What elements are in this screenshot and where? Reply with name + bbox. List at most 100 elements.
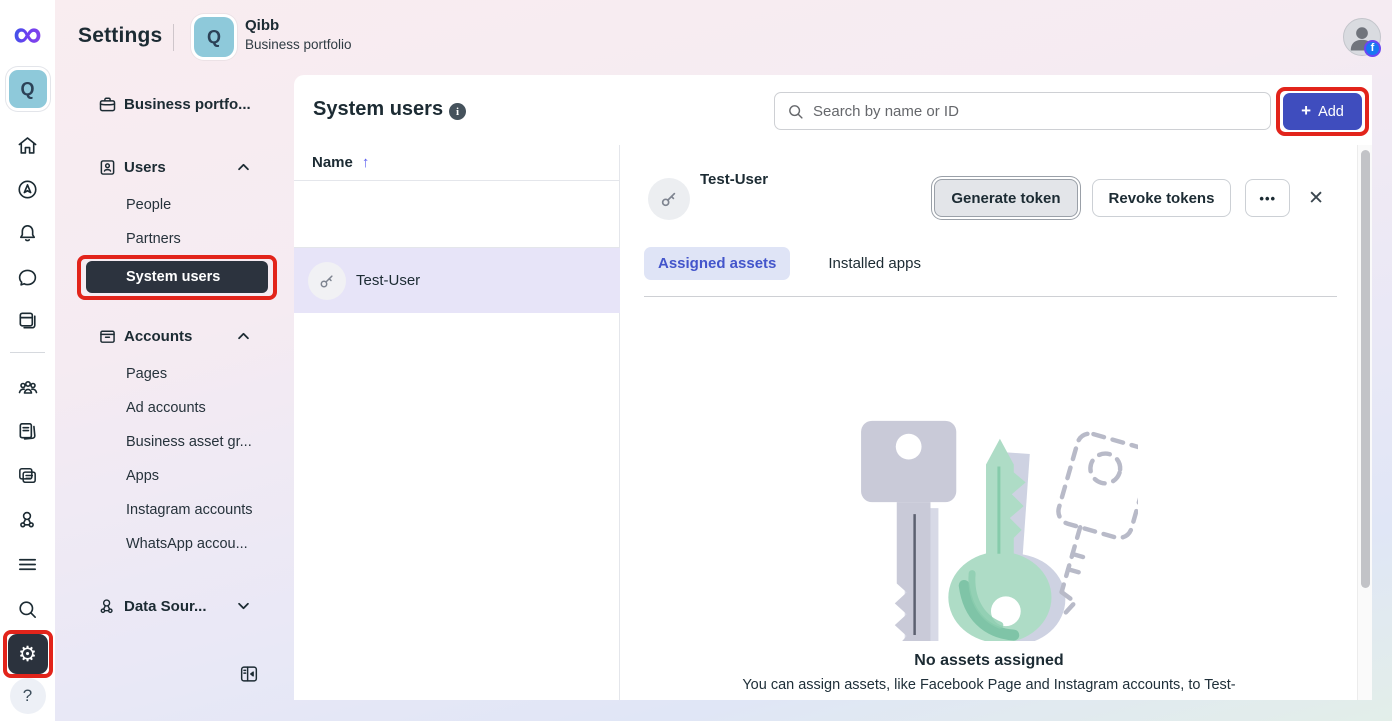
bell-icon bbox=[16, 222, 39, 245]
more-options-button[interactable]: ••• bbox=[1245, 179, 1290, 217]
detail-key-avatar bbox=[648, 178, 690, 220]
sidebar-item-pages[interactable]: Pages bbox=[126, 366, 167, 382]
keys-illustration bbox=[838, 403, 1138, 641]
sort-ascending-icon: ↑ bbox=[362, 154, 370, 171]
add-button-label: Add bbox=[1318, 104, 1344, 120]
rail-business-avatar[interactable]: Q bbox=[0, 70, 55, 108]
rail-divider bbox=[10, 352, 45, 353]
chevron-up-icon bbox=[237, 332, 250, 340]
chat-bubble-icon bbox=[16, 266, 39, 289]
sidebar-section-users[interactable]: Users bbox=[55, 152, 294, 182]
home-icon bbox=[16, 134, 39, 157]
sidebar-item-instagram-accounts[interactable]: Instagram accounts bbox=[126, 502, 253, 518]
sidebar-item-label: Business portfo... bbox=[124, 96, 251, 113]
rail-ads-manager-button[interactable] bbox=[0, 178, 55, 201]
key-icon bbox=[318, 272, 336, 290]
stacked-docs-icon bbox=[16, 309, 39, 332]
rail-data-network-button[interactable] bbox=[0, 508, 55, 532]
sidebar-item-business-asset-groups[interactable]: Business asset gr... bbox=[126, 434, 252, 450]
system-users-list: Name ↑ Test-User bbox=[294, 145, 620, 700]
sidebar-item-business-portfolio[interactable]: Business portfo... bbox=[55, 89, 294, 119]
tab-assigned-assets[interactable]: Assigned assets bbox=[644, 247, 790, 280]
rail-ads-button[interactable] bbox=[0, 464, 55, 487]
portfolio-name: Qibb bbox=[245, 17, 279, 34]
rail-help-button[interactable]: ? bbox=[0, 678, 55, 714]
left-icon-rail: ∞ Q bbox=[0, 0, 55, 721]
portfolio-avatar[interactable]: Q bbox=[194, 17, 234, 57]
page-title: Settings bbox=[78, 24, 162, 48]
sidebar-section-label: Accounts bbox=[124, 328, 192, 345]
list-column-header[interactable]: Name ↑ bbox=[294, 145, 620, 181]
rail-home-button[interactable] bbox=[0, 134, 55, 157]
hamburger-menu-icon bbox=[16, 553, 39, 576]
rail-pages-button[interactable] bbox=[0, 420, 55, 443]
rail-settings-button[interactable]: ⚙ bbox=[0, 634, 55, 674]
rail-billing-button[interactable] bbox=[0, 309, 55, 332]
sidebar-section-label: Users bbox=[124, 159, 166, 176]
collapse-panel-icon bbox=[238, 663, 260, 685]
rail-messages-button[interactable] bbox=[0, 266, 55, 289]
plus-icon: + bbox=[1301, 101, 1311, 121]
data-sources-icon bbox=[97, 596, 118, 617]
archive-box-icon bbox=[97, 326, 118, 347]
rail-search-button[interactable] bbox=[0, 598, 55, 621]
detail-user-name: Test-User bbox=[700, 171, 768, 188]
rail-notifications-button[interactable] bbox=[0, 222, 55, 245]
scrollbar-track[interactable] bbox=[1357, 145, 1372, 700]
scrollbar-thumb[interactable] bbox=[1361, 150, 1370, 588]
settings-sidebar: Business portfo... Users People Partners… bbox=[55, 75, 294, 721]
portfolio-subtitle: Business portfolio bbox=[245, 37, 352, 52]
sidebar-item-partners[interactable]: Partners bbox=[126, 231, 181, 247]
collapse-sidebar-button[interactable] bbox=[238, 663, 260, 685]
list-item-test-user[interactable]: Test-User bbox=[294, 248, 620, 313]
key-avatar bbox=[308, 262, 346, 300]
add-button[interactable]: + Add bbox=[1283, 93, 1362, 130]
network-icon bbox=[16, 508, 40, 532]
sidebar-item-system-users[interactable]: System users bbox=[86, 261, 268, 293]
gear-icon: ⚙ bbox=[18, 642, 37, 667]
tabs-divider bbox=[644, 296, 1337, 297]
empty-list-row bbox=[294, 181, 620, 248]
sidebar-section-label: Data Sour... bbox=[124, 598, 207, 615]
tab-installed-apps[interactable]: Installed apps bbox=[814, 247, 935, 280]
help-icon: ? bbox=[10, 678, 46, 714]
info-icon[interactable]: i bbox=[449, 103, 466, 120]
generate-token-button[interactable]: Generate token bbox=[934, 179, 1077, 217]
search-icon bbox=[787, 103, 804, 120]
column-name-label: Name bbox=[312, 154, 353, 171]
rail-audiences-button[interactable] bbox=[0, 376, 55, 400]
sidebar-section-accounts[interactable]: Accounts bbox=[55, 321, 294, 351]
detail-actions: Generate token Revoke tokens ••• ✕ bbox=[934, 179, 1328, 217]
revoke-tokens-button[interactable]: Revoke tokens bbox=[1092, 179, 1232, 217]
sidebar-item-whatsapp-accounts[interactable]: WhatsApp accou... bbox=[126, 536, 248, 552]
key-icon bbox=[659, 189, 679, 209]
meta-infinity-icon: ∞ bbox=[13, 14, 42, 54]
meta-logo[interactable]: ∞ bbox=[0, 14, 55, 54]
list-item-name: Test-User bbox=[356, 272, 420, 289]
chevron-down-icon bbox=[237, 602, 250, 610]
chevron-up-icon bbox=[237, 163, 250, 171]
pages-icon bbox=[16, 420, 39, 443]
search-icon bbox=[16, 598, 39, 621]
sidebar-section-data-sources[interactable]: Data Sour... bbox=[55, 591, 294, 621]
main-content-card: System users i Search by name or ID + Ad… bbox=[294, 75, 1372, 700]
search-input[interactable]: Search by name or ID bbox=[774, 92, 1271, 130]
title-divider bbox=[173, 24, 174, 51]
sidebar-item-apps[interactable]: Apps bbox=[126, 468, 159, 484]
section-heading: System users bbox=[313, 98, 443, 121]
top-bar: Settings Q Qibb Business portfolio f bbox=[55, 0, 1392, 75]
people-group-icon bbox=[16, 376, 40, 400]
ads-manager-icon bbox=[16, 178, 39, 201]
business-avatar-icon: Q bbox=[9, 70, 47, 108]
search-placeholder: Search by name or ID bbox=[813, 103, 959, 120]
detail-tabs: Assigned assets Installed apps bbox=[644, 247, 935, 280]
sidebar-item-people[interactable]: People bbox=[126, 197, 171, 213]
empty-state-description: You can assign assets, like Facebook Pag… bbox=[644, 677, 1334, 693]
empty-state-title: No assets assigned bbox=[644, 652, 1334, 670]
ads-layers-icon bbox=[16, 464, 39, 487]
facebook-badge-icon: f bbox=[1364, 40, 1381, 57]
sidebar-item-ad-accounts[interactable]: Ad accounts bbox=[126, 400, 206, 416]
rail-menu-button[interactable] bbox=[0, 553, 55, 576]
close-icon[interactable]: ✕ bbox=[1304, 187, 1328, 210]
id-badge-icon bbox=[97, 157, 118, 178]
